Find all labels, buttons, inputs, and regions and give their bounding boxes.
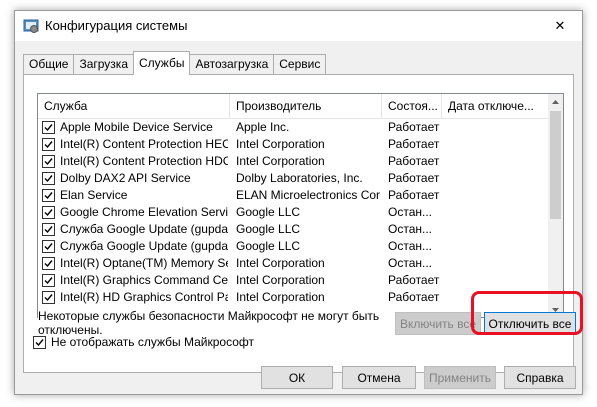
hide-microsoft-services-option[interactable]: Не отображать службы Майкрософт xyxy=(33,335,254,349)
service-status: Остан... xyxy=(388,239,432,253)
hide-microsoft-services-checkbox[interactable] xyxy=(33,335,46,349)
help-button[interactable]: Справка xyxy=(504,366,576,389)
services-rows: Apple Mobile Device Service Apple Inc. Раб… xyxy=(38,119,550,306)
service-status: Остан... xyxy=(388,256,432,270)
service-vendor: Dolby Laboratories, Inc. xyxy=(236,171,363,185)
service-name: Apple Mobile Device Service xyxy=(60,120,213,134)
service-name: Intel(R) Content Protection HEC... xyxy=(60,137,228,151)
tab-general[interactable]: Общие xyxy=(23,54,75,75)
table-row[interactable]: Intel(R) Optane(TM) Memory Se... Intel Co… xyxy=(38,255,550,272)
close-icon: ✕ xyxy=(554,18,566,33)
service-disabled-date xyxy=(448,153,548,170)
service-disabled-date xyxy=(448,221,548,238)
table-row[interactable]: Dolby DAX2 API Service Dolby Laboratories… xyxy=(38,170,550,187)
service-vendor: Intel Corporation xyxy=(236,154,325,168)
service-name: Служба Google Update (gupdate) xyxy=(60,222,228,236)
tab-tools[interactable]: Сервис xyxy=(273,54,327,75)
table-row[interactable]: Apple Mobile Device Service Apple Inc. Раб… xyxy=(38,119,550,136)
close-button[interactable]: ✕ xyxy=(538,11,582,41)
tab-boot[interactable]: Загрузка xyxy=(73,54,134,75)
column-header-status[interactable]: Состоя... xyxy=(382,94,442,118)
service-vendor: Apple Inc. xyxy=(236,120,290,134)
service-disabled-date xyxy=(448,204,548,221)
service-status: Работает xyxy=(388,290,440,304)
service-status: Работает xyxy=(388,188,440,202)
service-name: Intel(R) HD Graphics Control Pa... xyxy=(60,290,228,304)
security-services-note: Некоторые службы безопасности Майкрософт… xyxy=(38,308,398,337)
service-status: Работает xyxy=(388,154,440,168)
service-status: Работает xyxy=(388,171,440,185)
service-checkbox[interactable] xyxy=(42,274,55,287)
service-disabled-date xyxy=(448,255,548,272)
hide-microsoft-services-label: Не отображать службы Майкрософт xyxy=(51,335,255,349)
service-disabled-date xyxy=(448,187,548,204)
service-checkbox[interactable] xyxy=(42,172,55,185)
msconfig-app-icon xyxy=(23,18,39,34)
service-vendor: Intel Corporation xyxy=(236,273,325,287)
service-vendor: Intel Corporation xyxy=(236,256,325,270)
column-header-vendor[interactable]: Производитель xyxy=(230,94,382,118)
list-header: Служба Производитель Состоя... Дата откл… xyxy=(38,94,550,119)
service-status: Остан... xyxy=(388,222,432,236)
service-vendor: Google LLC xyxy=(236,222,301,236)
vertical-scrollbar[interactable] xyxy=(548,94,563,317)
window-title: Конфигурация системы xyxy=(45,18,188,33)
title-bar[interactable]: Конфигурация системы ✕ xyxy=(15,11,582,41)
table-row[interactable]: Intel(R) Content Protection HDC... Intel … xyxy=(38,153,550,170)
service-checkbox[interactable] xyxy=(42,206,55,219)
service-disabled-date xyxy=(448,170,548,187)
table-row[interactable]: Elan Service ELAN Microelectronics Corp. Р… xyxy=(38,187,550,204)
service-name: Intel(R) Graphics Command Cen... xyxy=(60,273,228,287)
services-list[interactable]: Служба Производитель Состоя... Дата откл… xyxy=(37,93,564,318)
enable-all-button[interactable]: Включить все xyxy=(395,312,481,335)
service-checkbox[interactable] xyxy=(42,291,55,304)
table-row[interactable]: Google Chrome Elevation Servic... Google … xyxy=(38,204,550,221)
cancel-button[interactable]: Отмена xyxy=(342,366,416,389)
service-name: Elan Service xyxy=(60,188,128,202)
table-row[interactable]: Служба Google Update (gupdate) Google LLC… xyxy=(38,221,550,238)
service-disabled-date xyxy=(448,136,548,153)
tab-bar: Общие Загрузка Службы Автозагрузка Серви… xyxy=(23,51,327,75)
service-vendor: ELAN Microelectronics Corp. xyxy=(236,188,380,202)
table-row[interactable]: Intel(R) Content Protection HEC... Intel … xyxy=(38,136,550,153)
service-checkbox[interactable] xyxy=(42,138,55,151)
service-name: Intel(R) Content Protection HDC... xyxy=(60,154,228,168)
service-vendor: Google LLC xyxy=(236,205,301,219)
service-vendor: Intel Corporation xyxy=(236,137,325,151)
service-checkbox[interactable] xyxy=(42,121,55,134)
service-checkbox[interactable] xyxy=(42,155,55,168)
ok-button[interactable]: ОК xyxy=(261,366,333,389)
service-name: Служба Google Update (gupdatem) xyxy=(60,239,228,253)
service-checkbox[interactable] xyxy=(42,189,55,202)
table-row[interactable]: Intel(R) Graphics Command Cen... Intel Co… xyxy=(38,272,550,289)
service-name: Google Chrome Elevation Servic... xyxy=(60,205,228,219)
service-disabled-date xyxy=(448,238,548,255)
table-row[interactable]: Служба Google Update (gupdatem) Google LL… xyxy=(38,238,550,255)
column-header-service[interactable]: Служба xyxy=(38,94,230,118)
service-name: Intel(R) Optane(TM) Memory Se... xyxy=(60,256,228,270)
service-status: Работает xyxy=(388,273,440,287)
service-status: Работает xyxy=(388,137,440,151)
tab-startup[interactable]: Автозагрузка xyxy=(189,54,275,75)
service-disabled-date xyxy=(448,119,548,136)
scroll-up-icon[interactable] xyxy=(548,94,563,109)
tab-services[interactable]: Службы xyxy=(133,51,191,75)
service-vendor: Google LLC xyxy=(236,239,301,253)
service-vendor: Intel Corporation xyxy=(236,290,325,304)
service-checkbox[interactable] xyxy=(42,257,55,270)
service-checkbox[interactable] xyxy=(42,223,55,236)
service-name: Dolby DAX2 API Service xyxy=(60,171,191,185)
service-status: Остан... xyxy=(388,205,432,219)
service-disabled-date xyxy=(448,272,548,289)
annotation-highlight xyxy=(471,291,583,335)
scrollbar-thumb[interactable] xyxy=(550,111,561,219)
system-configuration-window: Конфигурация системы ✕ Общие Загрузка Сл… xyxy=(14,10,583,395)
service-status: Работает xyxy=(388,120,440,134)
service-checkbox[interactable] xyxy=(42,240,55,253)
column-header-disabled-date[interactable]: Дата отключе... xyxy=(442,94,550,118)
apply-button[interactable]: Применить xyxy=(424,366,496,389)
